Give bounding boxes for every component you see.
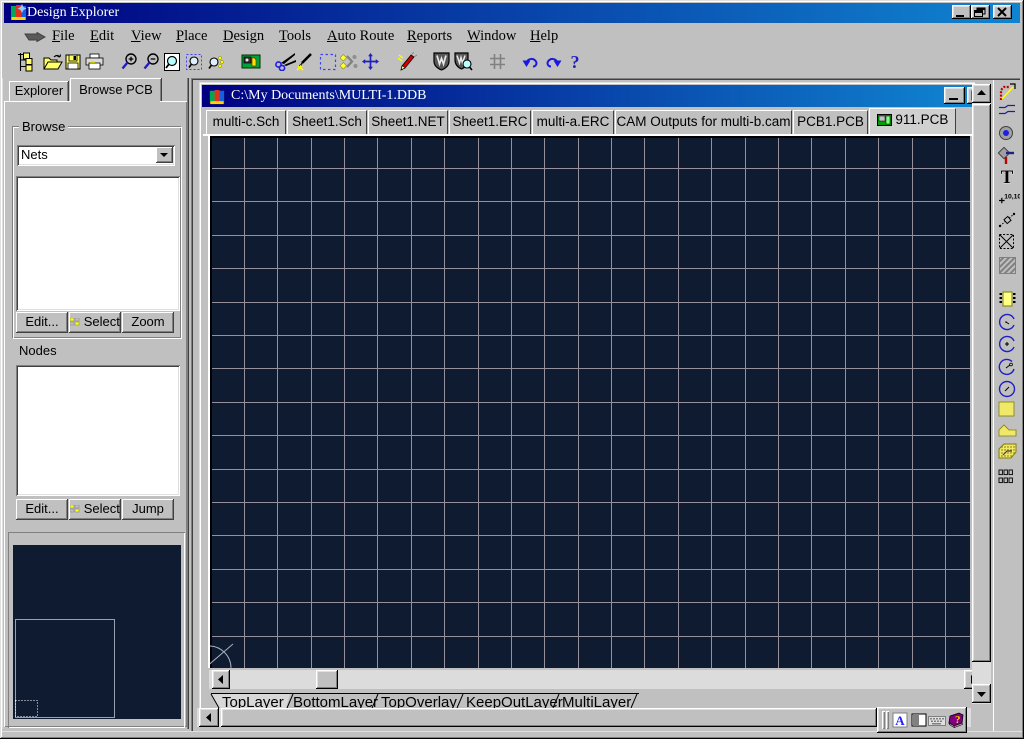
svg-text:A: A bbox=[895, 713, 905, 728]
svg-text:10,10: 10,10 bbox=[1004, 194, 1020, 201]
svg-text:?: ? bbox=[955, 714, 961, 726]
svg-text:?: ? bbox=[571, 52, 580, 72]
svg-text:T: T bbox=[1001, 168, 1014, 186]
